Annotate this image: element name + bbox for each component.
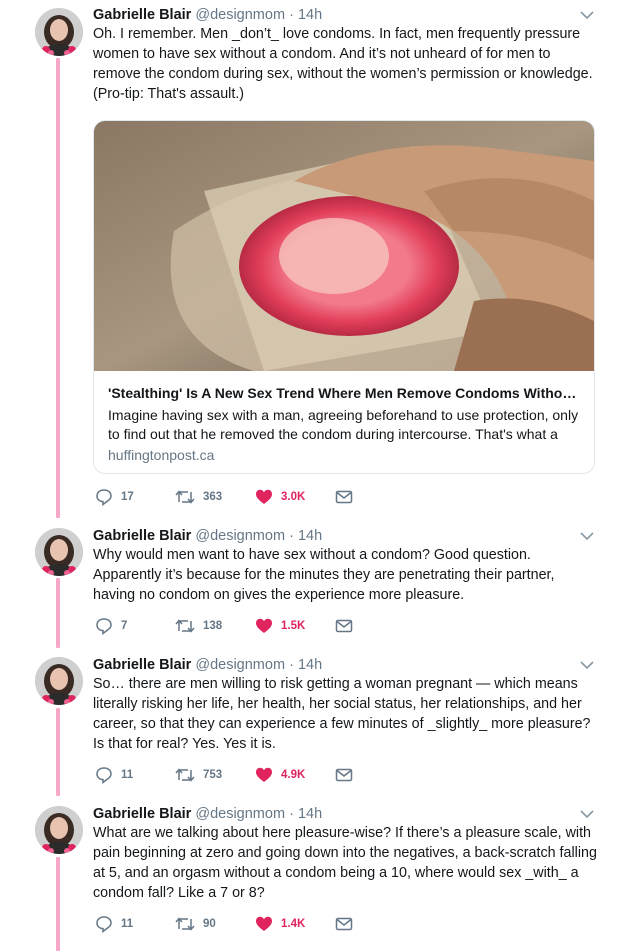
reply-icon (96, 916, 112, 933)
tweet-header: Gabrielle Blair @designmom · 14h (93, 805, 322, 823)
like-count: 1.4K (281, 918, 306, 930)
dm-button[interactable] (335, 487, 353, 507)
chevron-down-icon[interactable] (580, 10, 594, 20)
like-button[interactable]: 1.5K (255, 616, 305, 636)
card-domain[interactable]: huffingtonpost.ca (108, 447, 214, 463)
retweet-icon (175, 768, 195, 782)
author-handle[interactable]: @designmom (195, 7, 285, 23)
reply-icon (96, 489, 112, 506)
reply-button[interactable]: 11 (95, 914, 133, 934)
card-image (94, 121, 594, 371)
tweet-header: Gabrielle Blair @designmom · 14h (93, 6, 322, 24)
retweet-icon (175, 917, 195, 931)
dm-button[interactable] (335, 765, 353, 785)
timestamp[interactable]: 14h (298, 806, 322, 822)
author-name[interactable]: Gabrielle Blair (93, 806, 191, 822)
heart-icon (256, 618, 272, 633)
separator-dot: · (289, 528, 294, 544)
card-description: Imagine having sex with a man, agreeing … (108, 407, 579, 442)
reply-icon (96, 618, 112, 635)
author-handle[interactable]: @designmom (195, 657, 285, 673)
like-button[interactable]: 3.0K (255, 487, 305, 507)
card-title[interactable]: 'Stealthing' Is A New Sex Trend Where Me… (108, 384, 580, 402)
tweet-text: Why would men want to have sex without a… (93, 547, 555, 603)
retweet-icon (175, 490, 195, 504)
tweet-actions: 11 753 4.9K (93, 765, 393, 785)
envelope-icon (335, 619, 353, 633)
author-name[interactable]: Gabrielle Blair (93, 528, 191, 544)
like-count: 4.9K (281, 769, 306, 781)
chevron-down-icon[interactable] (580, 531, 594, 541)
avatar[interactable] (35, 528, 83, 576)
reply-button[interactable]: 7 (95, 616, 127, 636)
retweet-count: 90 (203, 918, 216, 930)
envelope-icon (335, 490, 353, 504)
avatar[interactable] (35, 657, 83, 705)
retweet-count: 363 (203, 491, 223, 503)
tweet-text: So… there are men willing to risk gettin… (93, 676, 591, 752)
like-button[interactable]: 4.9K (255, 765, 305, 785)
timestamp[interactable]: 14h (298, 528, 322, 544)
reply-count: 17 (121, 491, 134, 503)
reply-count: 7 (121, 620, 128, 632)
chevron-down-icon[interactable] (580, 660, 594, 670)
author-handle[interactable]: @designmom (195, 528, 285, 544)
author-name[interactable]: Gabrielle Blair (93, 7, 191, 23)
reply-count: 11 (121, 769, 134, 781)
tweet-header: Gabrielle Blair @designmom · 14h (93, 527, 322, 545)
tweet-actions: 17 363 3.0K (93, 487, 393, 507)
retweet-button[interactable]: 90 (175, 914, 216, 934)
retweet-button[interactable]: 363 (175, 487, 222, 507)
like-count: 1.5K (281, 620, 306, 632)
tweet-actions: 7 138 1.5K (93, 616, 393, 636)
separator-dot: · (289, 7, 294, 23)
like-count: 3.0K (281, 491, 306, 503)
chevron-down-icon[interactable] (580, 809, 594, 819)
envelope-icon (335, 768, 353, 782)
reply-button[interactable]: 17 (95, 487, 134, 507)
tweet-text: What are we talking about here pleasure-… (93, 825, 597, 901)
tweet[interactable]: Gabrielle Blair @designmom · 14h So… the… (0, 656, 634, 796)
avatar[interactable] (35, 8, 83, 56)
dm-button[interactable] (335, 616, 353, 636)
author-name[interactable]: Gabrielle Blair (93, 657, 191, 673)
tweet[interactable]: Gabrielle Blair @designmom · 14h What ar… (0, 805, 634, 951)
like-button[interactable]: 1.4K (255, 914, 305, 934)
avatar[interactable] (35, 806, 83, 854)
heart-icon (256, 916, 272, 931)
heart-icon (256, 767, 272, 782)
retweet-count: 138 (203, 620, 223, 632)
heart-icon (256, 489, 272, 504)
tweet-header: Gabrielle Blair @designmom · 14h (93, 656, 322, 674)
retweet-button[interactable]: 138 (175, 616, 222, 636)
timestamp[interactable]: 14h (298, 7, 322, 23)
envelope-icon (335, 917, 353, 931)
author-handle[interactable]: @designmom (195, 806, 285, 822)
retweet-icon (175, 619, 195, 633)
tweet-actions: 11 90 1.4K (93, 914, 393, 934)
tweet-text: Oh. I remember. Men _don’t_ love condoms… (93, 26, 593, 102)
tweet[interactable]: Gabrielle Blair @designmom · 14h Why wou… (0, 527, 634, 647)
timestamp[interactable]: 14h (298, 657, 322, 673)
separator-dot: · (289, 806, 294, 822)
separator-dot: · (289, 657, 294, 673)
retweet-button[interactable]: 753 (175, 765, 222, 785)
retweet-count: 753 (203, 769, 223, 781)
tweet[interactable]: Gabrielle Blair @designmom · 14h Oh. I r… (0, 6, 634, 516)
reply-icon (96, 767, 112, 784)
dm-button[interactable] (335, 914, 353, 934)
reply-button[interactable]: 11 (95, 765, 133, 785)
reply-count: 11 (121, 918, 134, 930)
link-card[interactable]: 'Stealthing' Is A New Sex Trend Where Me… (93, 120, 595, 474)
